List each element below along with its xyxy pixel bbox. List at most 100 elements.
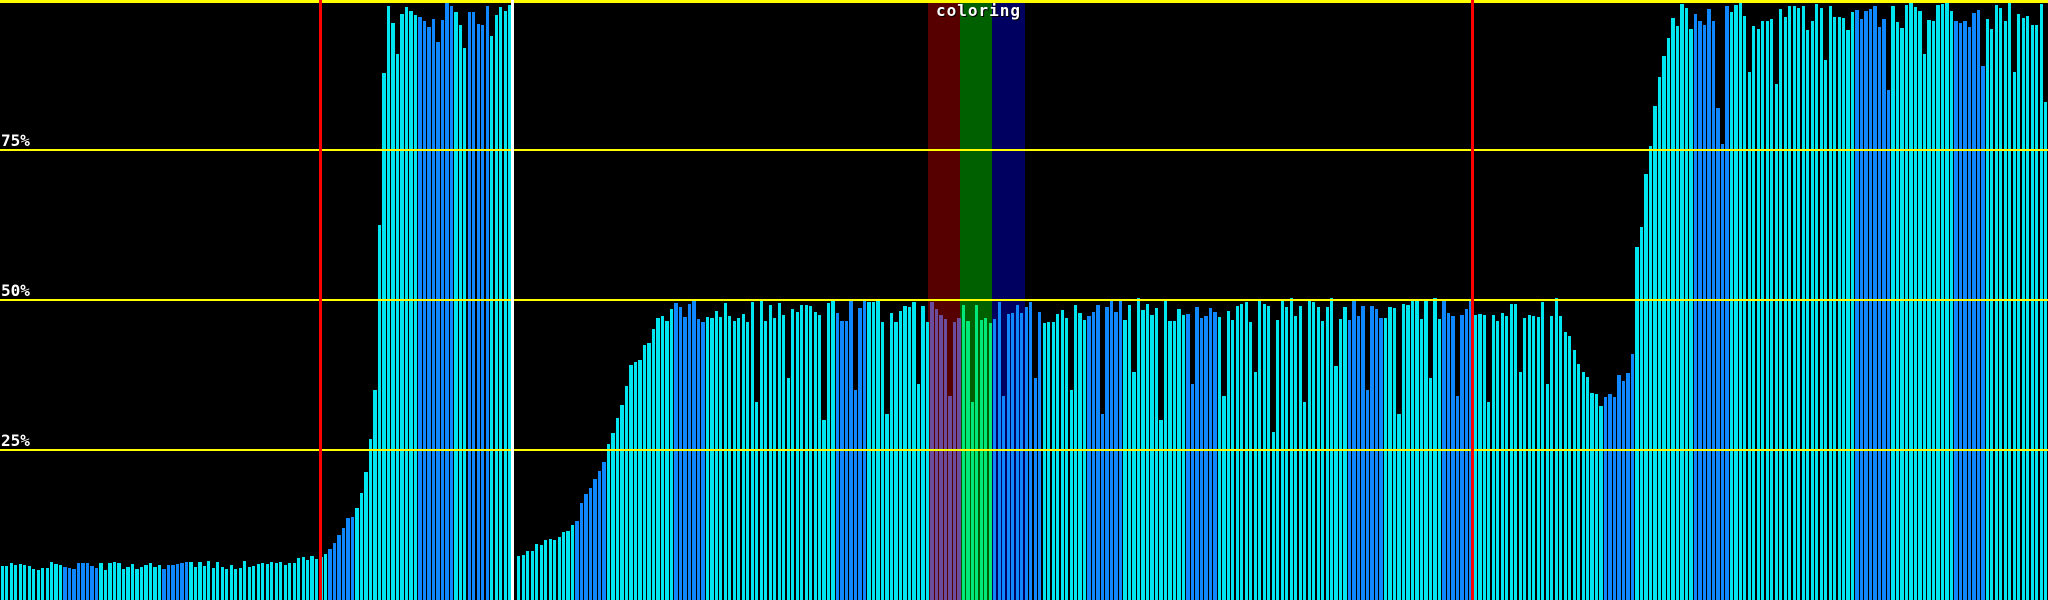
histogram-bar	[1038, 312, 1042, 600]
gridline-50	[0, 299, 2048, 301]
histogram-bar	[1774, 84, 1778, 600]
gridline-label-75: 75%	[1, 131, 30, 150]
histogram-bar	[332, 543, 337, 600]
histogram-bar	[997, 302, 1001, 600]
histogram-bar	[1356, 316, 1361, 600]
histogram-bar	[72, 569, 76, 600]
histogram-bar	[984, 318, 988, 600]
histogram-bar	[166, 565, 171, 600]
marker-white-line	[511, 0, 514, 600]
histogram-bar	[306, 560, 310, 600]
histogram-bar	[1217, 317, 1221, 600]
histogram-bar	[1612, 397, 1617, 600]
histogram-bar	[14, 565, 18, 600]
histogram-bar	[1532, 316, 1536, 600]
histogram-bar	[1496, 321, 1500, 600]
histogram-bar	[418, 17, 422, 600]
histogram-bar	[1383, 318, 1388, 600]
histogram-bar	[741, 314, 745, 600]
histogram-bar	[1922, 54, 1927, 600]
histogram-bar	[1527, 315, 1531, 600]
histogram-bar	[1999, 8, 2003, 600]
histogram-bar	[813, 312, 817, 600]
histogram-bar	[925, 322, 930, 600]
histogram-bar	[705, 317, 709, 600]
histogram-bar	[18, 564, 22, 600]
histogram-bar	[202, 566, 206, 600]
histogram-bar	[535, 544, 539, 600]
histogram-bar	[1154, 308, 1159, 600]
histogram-bar	[602, 462, 606, 600]
histogram-bar	[472, 12, 476, 600]
histogram-bar	[1298, 306, 1302, 600]
histogram-bar	[1186, 314, 1190, 600]
histogram-bar	[948, 396, 952, 600]
histogram-bar	[1401, 304, 1406, 600]
histogram-bar	[1406, 305, 1410, 600]
histogram-bar	[1464, 309, 1469, 600]
histogram-bar	[719, 317, 723, 600]
histogram-bar	[413, 15, 418, 600]
histogram-bar	[826, 303, 831, 600]
histogram-bar	[409, 11, 413, 600]
histogram-bar	[1828, 6, 1832, 600]
histogram-bar	[1954, 21, 1958, 600]
histogram-bar	[1900, 28, 1904, 600]
histogram-bar	[1868, 9, 1873, 600]
histogram-bar	[1725, 6, 1729, 600]
histogram-bar	[2035, 25, 2039, 600]
histogram-bar	[1033, 378, 1037, 600]
histogram-bar	[135, 569, 139, 600]
histogram-bar	[476, 24, 480, 600]
histogram-bar	[629, 365, 633, 600]
histogram-bar	[737, 318, 741, 600]
histogram-bar	[1963, 21, 1967, 600]
histogram-bar	[229, 565, 233, 600]
histogram-bar	[9, 563, 13, 600]
histogram-bar	[597, 471, 602, 600]
histogram-bar	[270, 562, 274, 600]
histogram-bar	[755, 402, 759, 600]
histogram-bar	[1222, 396, 1226, 600]
histogram-bar	[1006, 314, 1010, 600]
histogram-bar	[404, 7, 409, 600]
histogram-bar	[1114, 312, 1118, 600]
histogram-bar	[1213, 312, 1217, 600]
histogram-bar	[1734, 5, 1738, 600]
histogram-bar	[85, 563, 90, 600]
histogram-bar	[1707, 9, 1711, 600]
histogram-bar	[1159, 420, 1163, 600]
histogram-bar	[1895, 22, 1900, 600]
histogram-bar	[1240, 304, 1244, 600]
histogram-bar	[162, 569, 166, 600]
histogram-bar	[1374, 309, 1379, 600]
histogram-bar	[1675, 26, 1680, 600]
histogram-bar	[1478, 314, 1482, 600]
histogram-bar	[1379, 318, 1383, 600]
histogram-bar	[871, 302, 876, 600]
histogram-bar	[1487, 402, 1491, 600]
histogram-bar	[835, 313, 840, 600]
histogram-bar	[1761, 21, 1765, 600]
histogram-bar	[431, 19, 436, 600]
chart-canvas[interactable]: 75% 50% 25% coloring	[0, 0, 2048, 600]
histogram-bar	[427, 27, 431, 600]
histogram-bar	[1985, 19, 1989, 600]
histogram-bar	[669, 309, 674, 600]
histogram-bar	[288, 563, 292, 600]
histogram-bar	[1437, 319, 1442, 600]
histogram-bar	[1743, 16, 1747, 600]
histogram-bar	[1801, 6, 1805, 600]
histogram-bar	[647, 343, 651, 600]
histogram-bar	[355, 508, 359, 600]
histogram-bar	[620, 405, 624, 600]
histogram-bar	[1392, 308, 1397, 600]
histogram-bar	[391, 23, 395, 600]
histogram-bar	[1303, 402, 1307, 600]
histogram-bar	[1491, 315, 1495, 600]
histogram-bar	[1541, 302, 1545, 600]
histogram-bar	[732, 321, 736, 600]
histogram-bar	[979, 320, 983, 600]
histogram-bar	[687, 304, 692, 600]
histogram-bar	[584, 494, 588, 600]
